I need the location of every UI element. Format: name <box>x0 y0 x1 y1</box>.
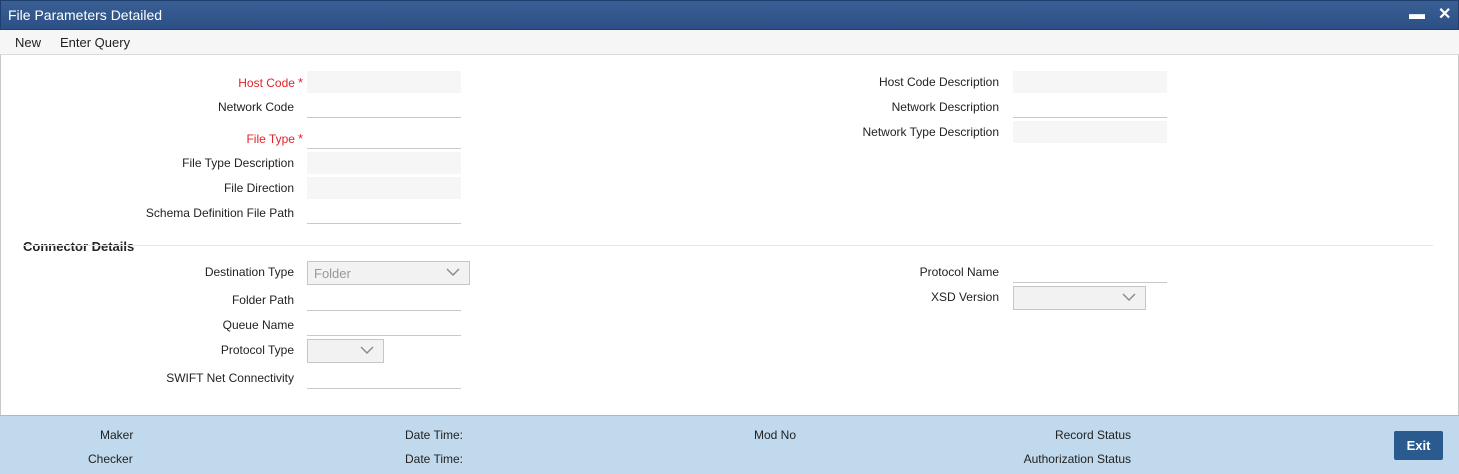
protocol-type-label: Protocol Type <box>220 343 294 357</box>
section-divider <box>23 245 1433 246</box>
checker-date-time-label: Date Time: <box>405 452 464 466</box>
schema-path-label: Schema Definition File Path <box>145 206 294 220</box>
protocol-name-label: Protocol Name <box>919 265 999 279</box>
xsd-version-select[interactable] <box>1013 286 1146 310</box>
host-code-field[interactable] <box>307 71 461 93</box>
network-code-field[interactable] <box>307 96 461 118</box>
file-direction-label: File Direction <box>223 181 294 195</box>
menu-bar: New Enter Query <box>0 30 1459 55</box>
audit-footer: Maker Checker Date Time: Date Time: Mod … <box>0 415 1459 474</box>
record-status-label: Record Status <box>1054 428 1131 442</box>
host-code-label: Host Code * <box>238 75 303 90</box>
queue-name-field[interactable] <box>307 314 461 336</box>
destination-type-select[interactable]: Folder <box>307 261 470 285</box>
folder-path-label: Folder Path <box>231 293 294 307</box>
host-code-description-label: Host Code Description <box>878 75 999 89</box>
host-code-description-field[interactable] <box>1013 71 1167 93</box>
authorization-status-label: Authorization Status <box>1023 452 1131 466</box>
network-description-label: Network Description <box>891 100 999 114</box>
destination-type-label: Destination Type <box>204 265 294 279</box>
chevron-down-icon <box>360 346 374 354</box>
file-type-description-field[interactable] <box>307 152 461 174</box>
required-marker: * <box>297 75 303 90</box>
file-direction-field[interactable] <box>307 177 461 199</box>
queue-name-label: Queue Name <box>222 318 294 332</box>
network-code-label: Network Code <box>217 100 294 114</box>
connector-details-heading: Connector Details <box>23 239 135 254</box>
network-type-description-field[interactable] <box>1013 121 1167 143</box>
file-type-label: File Type * <box>246 131 303 146</box>
swift-net-label: SWIFT Net Connectivity <box>166 371 294 385</box>
protocol-type-select[interactable] <box>307 339 384 363</box>
chevron-down-icon <box>446 268 460 276</box>
maker-label: Maker <box>100 428 134 442</box>
minimize-icon[interactable]: ▬ <box>1409 6 1425 24</box>
window-title-bar: File Parameters Detailed ▬ ✕ <box>0 0 1459 30</box>
menu-new[interactable]: New <box>15 35 41 50</box>
required-marker: * <box>297 131 303 146</box>
protocol-name-field[interactable] <box>1013 261 1167 283</box>
close-icon[interactable]: ✕ <box>1438 6 1451 24</box>
file-type-field[interactable] <box>307 127 461 149</box>
file-type-description-label: File Type Description <box>182 156 294 170</box>
chevron-down-icon <box>1122 293 1136 301</box>
window-title: File Parameters Detailed <box>8 7 163 23</box>
schema-path-field[interactable] <box>307 202 461 224</box>
network-description-field[interactable] <box>1013 96 1167 118</box>
destination-type-value: Folder <box>314 266 351 281</box>
maker-date-time-label: Date Time: <box>405 428 464 442</box>
network-type-description-label: Network Type Description <box>862 125 1000 139</box>
swift-net-field[interactable] <box>307 367 461 389</box>
xsd-version-label: XSD Version <box>930 290 999 304</box>
mod-no-label: Mod No <box>754 428 797 442</box>
folder-path-field[interactable] <box>307 289 461 311</box>
form-content: Host Code * Network Code File Type * File … <box>0 55 1459 415</box>
exit-button[interactable]: Exit <box>1394 431 1443 460</box>
menu-enter-query[interactable]: Enter Query <box>60 35 130 50</box>
checker-label: Checker <box>88 452 133 466</box>
